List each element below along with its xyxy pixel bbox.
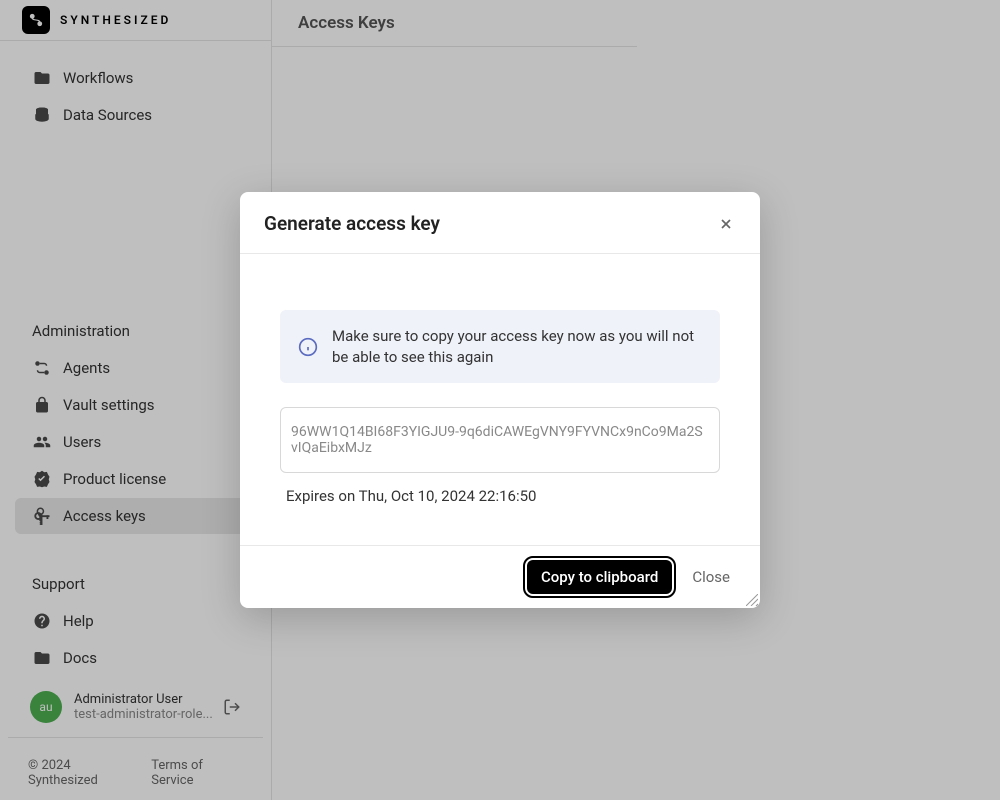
resize-handle-icon[interactable] [746, 594, 758, 606]
copy-to-clipboard-button[interactable]: Copy to clipboard [527, 560, 672, 594]
generate-access-key-modal: Generate access key Make sure to copy yo… [240, 192, 760, 608]
close-icon[interactable] [716, 214, 736, 234]
expires-text: Expires on Thu, Oct 10, 2024 22:16:50 [280, 487, 720, 505]
info-banner: Make sure to copy your access key now as… [280, 310, 720, 383]
access-key-value[interactable]: 96WW1Q14BI68F3YIGJU9-9q6diCAWEgVNY9FYVNC… [280, 407, 720, 473]
info-text: Make sure to copy your access key now as… [332, 326, 702, 367]
info-icon [298, 337, 318, 357]
modal-footer: Copy to clipboard Close [240, 545, 760, 608]
close-button[interactable]: Close [692, 568, 730, 586]
modal-overlay[interactable]: Generate access key Make sure to copy yo… [0, 0, 1000, 800]
modal-header: Generate access key [240, 192, 760, 254]
modal-title: Generate access key [264, 212, 440, 235]
